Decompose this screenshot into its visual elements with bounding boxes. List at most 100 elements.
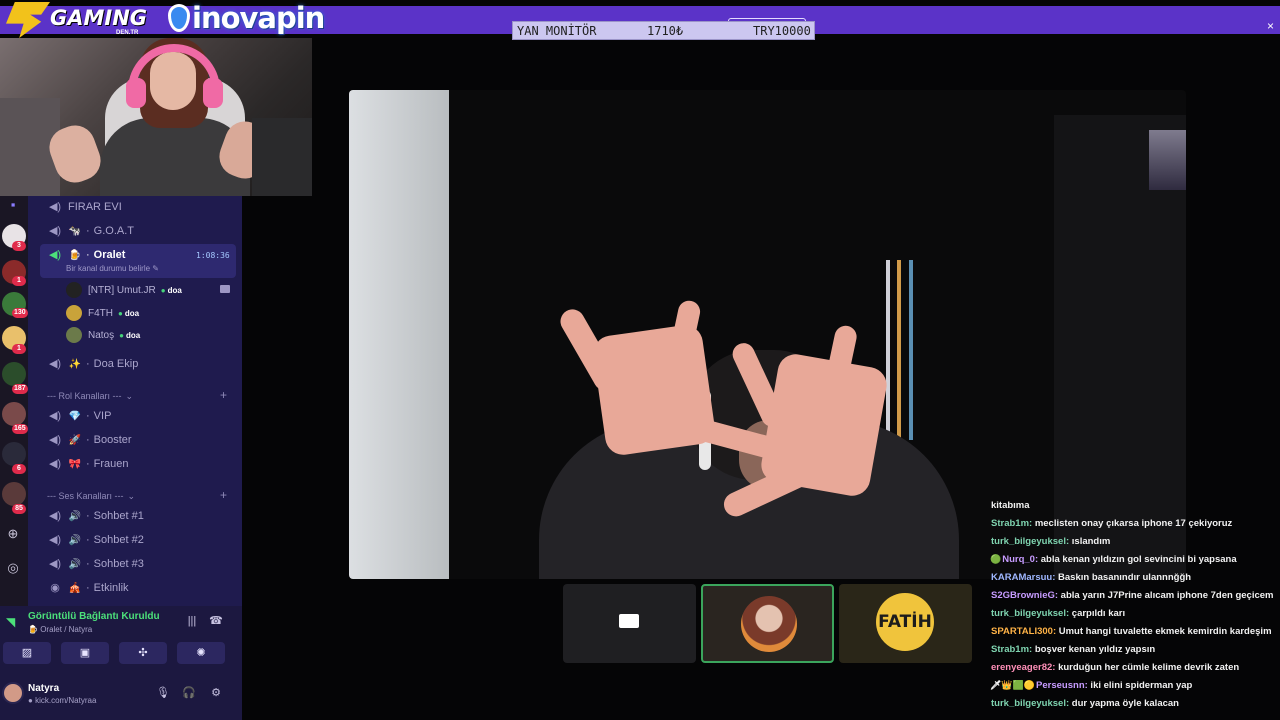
noise-suppression-icon[interactable]: ||| [184,613,200,629]
server-badge: 1 [12,276,26,286]
chat-message: KARAMarsuu: Baskın basanındır ulannnğğh [990,572,1191,583]
chat-badges: 🗡👑🟩🟡 [990,680,1036,690]
channel-emoji: ✨ [68,358,82,370]
camera-icon [220,285,230,293]
chat-message: Strab1m: boşver kenan yıldız yapsın [990,644,1155,655]
streamer-webcam [0,38,312,196]
chat-username: turk_bilgeyuksel: [991,608,1070,619]
member-f4th[interactable]: F4TH ● doa [66,304,139,322]
server-badge: 130 [12,308,28,318]
gear-icon[interactable]: ⚙ [209,686,223,700]
participant-tile-speaking[interactable] [701,584,834,663]
member-name: F4TH [88,307,113,319]
direct-messages-icon[interactable]: ▪ [6,198,20,212]
channel-firar-evi[interactable]: ◀) FIRAR EVI [48,198,122,216]
member-tag: ● doa [118,308,140,318]
channel-label: Oralet [93,249,126,261]
channel-emoji: 🔊 [68,510,82,522]
headphones-icon[interactable]: 🎧 [182,686,196,700]
voice-channel-icon: ◀) [48,410,62,422]
goal-target: TRY10000 [753,23,811,38]
inovapin-logo: inovapin [192,1,325,35]
server-icon[interactable] [2,402,26,426]
channel-emoji: 🎪 [68,582,82,594]
participant-tile-camera-off[interactable] [563,584,696,663]
stream-screen: × YAN MONİTÖR 1710₺ TRY10000 GAMING DEN.… [0,0,1280,720]
channel-oralet[interactable]: ◀) 🍺 · Oralet [48,246,126,264]
server-badge: 1 [12,344,26,354]
category-voice[interactable]: --- Ses Kanalları --- ⌄ [47,489,135,503]
voice-channel-icon: ◀) [48,434,62,446]
chat-text: kurduğun her cümle kelime devrik zaten [1055,662,1240,673]
avatar [741,596,797,652]
close-icon[interactable]: × [1267,19,1274,33]
channel-sohbet-3[interactable]: ◀) 🔊 · Sohbet #3 [48,555,144,573]
category-roles[interactable]: --- Rol Kanalları --- ⌄ [47,389,133,403]
voice-channel-icon: ◀) [48,534,62,546]
category-label: --- Rol Kanalları --- [47,391,122,401]
signal-icon[interactable]: ◥ [6,615,20,629]
channel-emoji: 🚀 [68,434,82,446]
microphone-icon[interactable]: 🎙 [156,686,170,700]
channel-emoji: 🔊 [68,558,82,570]
member-umut[interactable]: [NTR] Umut.JR ● doa [66,281,182,299]
server-badge: 165 [12,424,28,434]
channel-label: Etkinlik [93,582,129,594]
voice-active-icon: ◀) [48,249,62,261]
soundboard-button[interactable]: ✺ [177,642,225,664]
chat-text: meclisten onay çıkarsa iphone 17 çekiyor… [1032,518,1233,529]
server-badge: 6 [12,464,26,474]
chat-username: erenyeager82: [991,662,1056,673]
goal-current: 1710₺ [647,23,684,38]
channel-etkinlik[interactable]: ◉ 🎪 · Etkinlik [48,579,129,597]
channel-frauen[interactable]: ◀) 🎀 · Frauen [48,455,129,473]
participant-tile-fatih[interactable]: FATİH [839,584,972,663]
member-natos[interactable]: Natoş ● doa [66,326,140,344]
category-label: --- Ses Kanalları --- [47,491,124,501]
chat-username: Perseusnn: [1036,680,1088,691]
channel-emoji: 🔊 [68,534,82,546]
chat-text: abla kenan yıldızın gol sevincini bi yap… [1038,554,1237,565]
gaming-logo-sub: DEN.TR [116,30,139,36]
channel-sohbet-1[interactable]: ◀) 🔊 · Sohbet #1 [48,507,144,525]
chat-message: 🗡👑🟩🟡Perseusnn: iki elini spiderman yap [990,680,1192,691]
chat-message: Strab1m: meclisten onay çıkarsa iphone 1… [990,518,1232,529]
disconnect-icon[interactable]: ☎ [208,613,224,629]
channel-emoji: 💎 [68,410,82,422]
server-icon[interactable] [2,442,26,466]
voice-channel-icon: ◀) [48,225,62,237]
add-channel-icon[interactable]: + [220,388,227,402]
chat-text: Baskın basanındır ulannnğğh [1055,572,1192,583]
channel-label: Frauen [93,458,129,470]
explore-icon[interactable]: ◎ [6,561,20,575]
voice-connected-status[interactable]: Görüntülü Bağlantı Kuruldu [28,611,160,622]
add-channel-icon[interactable]: + [220,488,227,502]
channel-emoji: 🍺 [68,249,82,261]
server-icon[interactable] [2,362,26,386]
channel-label: Sohbet #3 [93,558,144,570]
channel-sohbet-2[interactable]: ◀) 🔊 · Sohbet #2 [48,531,144,549]
chat-message: SPARTALI300: Umut hangi tuvalette ekmek … [990,626,1272,637]
channel-booster[interactable]: ◀) 🚀 · Booster [48,431,132,449]
channel-vip[interactable]: ◀) 💎 · VIP [48,407,111,425]
chat-text: abla yarın J7Prine alıcam iphone 7den ge… [1058,590,1274,601]
chat-text: iki elini spiderman yap [1087,680,1193,691]
channel-status-prompt[interactable]: Bir kanal durumu belirle ✎ [66,264,159,273]
chat-message: erenyeager82: kurduğun her cümle kelime … [990,662,1239,673]
member-tag: ● doa [119,330,141,340]
channel-doa-ekip[interactable]: ◀) ✨ · Doa Ekip [48,355,138,373]
screen-share-button[interactable]: ▣ [61,642,109,664]
channel-label: VIP [93,410,112,422]
camera-toggle-button[interactable]: ▨ [3,642,51,664]
call-timer: 1:08:36 [196,251,230,260]
activities-button[interactable]: ✣ [119,642,167,664]
avatar[interactable] [2,682,24,704]
server-icon[interactable] [2,482,26,506]
chat-username: Nurq_0: [1002,554,1039,565]
chevron-down-icon: ⌄ [125,390,134,401]
chat-username: turk_bilgeyuksel: [991,536,1070,547]
channel-label: G.O.A.T [93,225,135,237]
add-server-icon[interactable]: ⊕ [6,527,20,541]
channel-emoji: 🎀 [68,458,82,470]
channel-goat[interactable]: ◀) 🐄 · G.O.A.T [48,222,134,240]
